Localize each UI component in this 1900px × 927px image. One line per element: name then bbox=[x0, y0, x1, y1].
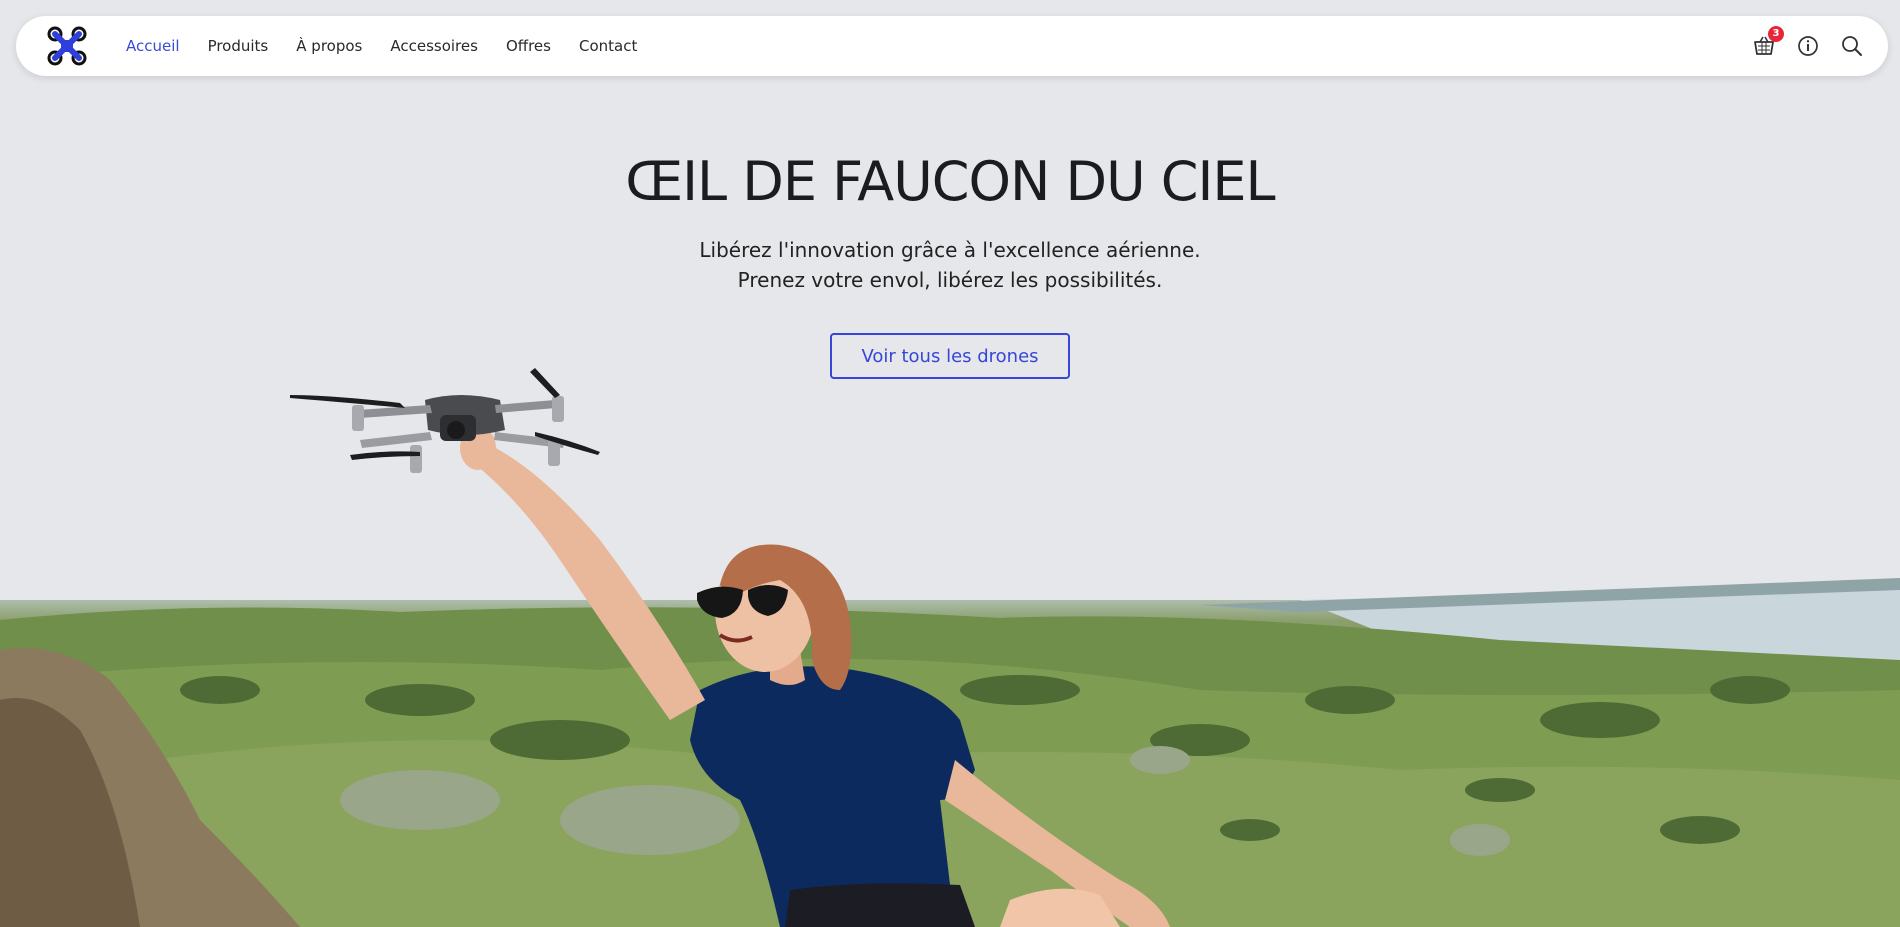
nav-link-a-propos[interactable]: À propos bbox=[296, 37, 362, 55]
cart-button[interactable]: 3 bbox=[1752, 26, 1784, 58]
info-button[interactable] bbox=[1796, 34, 1820, 58]
main-nav-links: Accueil Produits À propos Accessoires Of… bbox=[126, 37, 637, 55]
nav-link-contact[interactable]: Contact bbox=[579, 37, 637, 55]
cart-count-badge: 3 bbox=[1768, 26, 1784, 42]
hero-content: ŒIL DE FAUCON DU CIEL Libérez l'innovati… bbox=[0, 150, 1900, 379]
info-icon bbox=[1798, 36, 1818, 56]
search-button[interactable] bbox=[1840, 34, 1864, 58]
drone-logo-icon[interactable] bbox=[42, 21, 92, 71]
nav-icon-group: 3 bbox=[1752, 26, 1864, 58]
view-all-drones-button[interactable]: Voir tous les drones bbox=[830, 333, 1070, 379]
search-icon bbox=[1842, 36, 1862, 56]
nav-link-accessoires[interactable]: Accessoires bbox=[390, 37, 478, 55]
hero-subtitle-line1: Libérez l'innovation grâce à l'excellenc… bbox=[699, 238, 1201, 262]
hero-section: Accueil Produits À propos Accessoires Of… bbox=[0, 0, 1900, 927]
top-navbar: Accueil Produits À propos Accessoires Of… bbox=[16, 16, 1888, 76]
hero-subtitle: Libérez l'innovation grâce à l'excellenc… bbox=[0, 235, 1900, 295]
nav-link-produits[interactable]: Produits bbox=[208, 37, 269, 55]
hero-title: ŒIL DE FAUCON DU CIEL bbox=[625, 150, 1275, 213]
nav-link-accueil[interactable]: Accueil bbox=[126, 37, 180, 55]
nav-link-offres[interactable]: Offres bbox=[506, 37, 551, 55]
hero-background-image bbox=[0, 0, 1900, 927]
hero-subtitle-line2: Prenez votre envol, libérez les possibil… bbox=[737, 268, 1163, 292]
